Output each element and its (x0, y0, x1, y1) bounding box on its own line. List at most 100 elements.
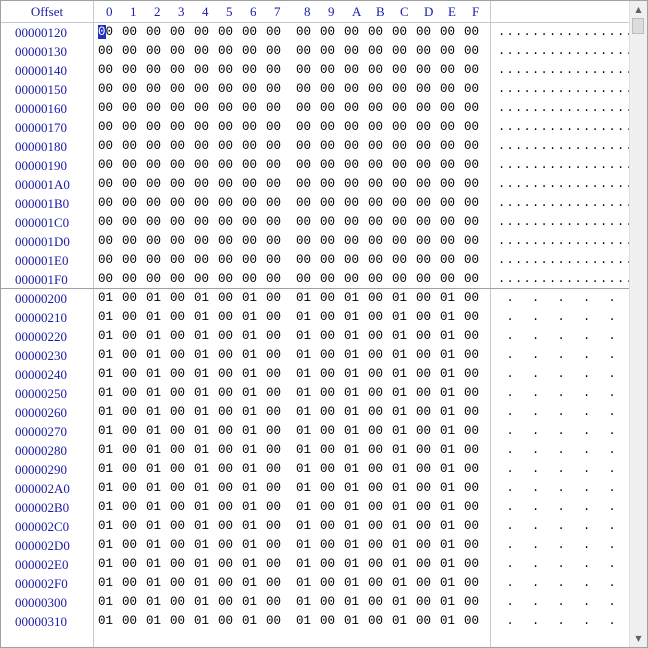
byte-cell[interactable]: 00 (98, 232, 113, 251)
byte-cell[interactable]: 00 (296, 42, 311, 61)
byte-cell[interactable]: 00 (218, 99, 233, 118)
byte-cell[interactable]: 00 (320, 42, 335, 61)
byte-cell[interactable]: 00 (218, 365, 233, 384)
byte-cell[interactable]: 00 (242, 137, 257, 156)
byte-cell[interactable]: 00 (122, 365, 137, 384)
byte-cell[interactable]: 01 (98, 460, 113, 479)
byte-cell[interactable]: 00 (266, 346, 281, 365)
byte-cell[interactable]: 01 (194, 441, 209, 460)
byte-cell[interactable]: 01 (194, 422, 209, 441)
byte-cell[interactable]: 00 (170, 555, 185, 574)
byte-cell[interactable]: 00 (416, 574, 431, 593)
byte-cell[interactable]: 00 (122, 498, 137, 517)
byte-cell[interactable]: 01 (344, 289, 359, 308)
ascii-text[interactable]: . . . . . (498, 574, 628, 593)
byte-cell[interactable]: 01 (440, 441, 455, 460)
byte-cell[interactable]: 00 (392, 23, 407, 42)
byte-cell[interactable]: 00 (122, 289, 137, 308)
byte-cell[interactable]: 00 (266, 23, 281, 42)
byte-cell[interactable]: 01 (242, 384, 257, 403)
byte-cell[interactable]: 01 (194, 612, 209, 631)
byte-cell[interactable]: 01 (98, 308, 113, 327)
byte-cell[interactable]: 00 (320, 403, 335, 422)
byte-cell[interactable]: 01 (242, 365, 257, 384)
byte-cell[interactable]: 00 (320, 251, 335, 270)
byte-cell[interactable]: 01 (194, 289, 209, 308)
byte-cell[interactable]: 01 (98, 289, 113, 308)
byte-cell[interactable]: 00 (464, 498, 479, 517)
byte-cell[interactable]: 00 (98, 23, 113, 42)
byte-cell[interactable]: 00 (296, 156, 311, 175)
byte-cell[interactable]: 01 (146, 574, 161, 593)
byte-cell[interactable]: 01 (296, 289, 311, 308)
byte-cell[interactable]: 01 (296, 441, 311, 460)
byte-cell[interactable]: 00 (98, 251, 113, 270)
byte-cell[interactable]: 00 (98, 99, 113, 118)
byte-cell[interactable]: 00 (266, 194, 281, 213)
byte-cell[interactable]: 00 (440, 137, 455, 156)
byte-cell[interactable]: 01 (146, 517, 161, 536)
byte-cell[interactable]: 01 (440, 517, 455, 536)
byte-cell[interactable]: 01 (146, 327, 161, 346)
ascii-text[interactable]: ................ (498, 156, 633, 175)
byte-cell[interactable]: 00 (416, 175, 431, 194)
byte-cell[interactable]: 01 (146, 612, 161, 631)
byte-cell[interactable]: 00 (320, 118, 335, 137)
byte-cell[interactable]: 00 (266, 289, 281, 308)
byte-cell[interactable]: 00 (464, 289, 479, 308)
byte-cell[interactable]: 00 (146, 80, 161, 99)
byte-cell[interactable]: 01 (344, 517, 359, 536)
byte-cell[interactable]: 00 (416, 308, 431, 327)
byte-cell[interactable]: 00 (146, 194, 161, 213)
byte-cell[interactable]: 00 (296, 80, 311, 99)
byte-cell[interactable]: 00 (122, 232, 137, 251)
byte-cell[interactable]: 00 (194, 80, 209, 99)
byte-cell[interactable]: 01 (98, 422, 113, 441)
byte-cell[interactable]: 01 (440, 593, 455, 612)
byte-cell[interactable]: 00 (320, 61, 335, 80)
byte-cell[interactable]: 00 (194, 42, 209, 61)
byte-cell[interactable]: 00 (416, 137, 431, 156)
byte-cell[interactable]: 00 (296, 175, 311, 194)
byte-cell[interactable]: 01 (344, 555, 359, 574)
byte-cell[interactable]: 00 (440, 213, 455, 232)
byte-cell[interactable]: 00 (296, 118, 311, 137)
byte-cell[interactable]: 00 (194, 232, 209, 251)
byte-cell[interactable]: 00 (416, 460, 431, 479)
byte-cell[interactable]: 00 (170, 327, 185, 346)
byte-cell[interactable]: 00 (218, 460, 233, 479)
byte-cell[interactable]: 00 (266, 479, 281, 498)
byte-cell[interactable]: 01 (98, 536, 113, 555)
byte-cell[interactable]: 01 (392, 441, 407, 460)
byte-cell[interactable]: 01 (296, 536, 311, 555)
byte-cell[interactable]: 00 (170, 99, 185, 118)
byte-cell[interactable]: 00 (266, 574, 281, 593)
ascii-text[interactable]: ................ (498, 118, 633, 137)
byte-cell[interactable]: 01 (242, 403, 257, 422)
byte-cell[interactable]: 00 (266, 441, 281, 460)
ascii-text[interactable]: . . . . . (498, 422, 628, 441)
byte-cell[interactable]: 00 (344, 213, 359, 232)
byte-cell[interactable]: 01 (392, 422, 407, 441)
byte-cell[interactable]: 00 (368, 308, 383, 327)
byte-cell[interactable]: 01 (242, 574, 257, 593)
byte-cell[interactable]: 00 (242, 175, 257, 194)
byte-cell[interactable]: 01 (242, 289, 257, 308)
byte-cell[interactable]: 00 (218, 498, 233, 517)
byte-cell[interactable]: 00 (464, 555, 479, 574)
byte-cell[interactable]: 00 (344, 80, 359, 99)
byte-cell[interactable]: 00 (170, 346, 185, 365)
byte-cell[interactable]: 01 (194, 327, 209, 346)
byte-cell[interactable]: 00 (296, 251, 311, 270)
byte-cell[interactable]: 01 (146, 536, 161, 555)
byte-cell[interactable]: 00 (218, 156, 233, 175)
byte-cell[interactable]: 01 (392, 517, 407, 536)
byte-cell[interactable]: 00 (242, 80, 257, 99)
byte-cell[interactable]: 00 (170, 232, 185, 251)
byte-cell[interactable]: 00 (416, 289, 431, 308)
byte-cell[interactable]: 00 (122, 403, 137, 422)
byte-cell[interactable]: 01 (296, 346, 311, 365)
byte-cell[interactable]: 01 (146, 460, 161, 479)
byte-cell[interactable]: 00 (440, 270, 455, 289)
byte-cell[interactable]: 00 (122, 270, 137, 289)
